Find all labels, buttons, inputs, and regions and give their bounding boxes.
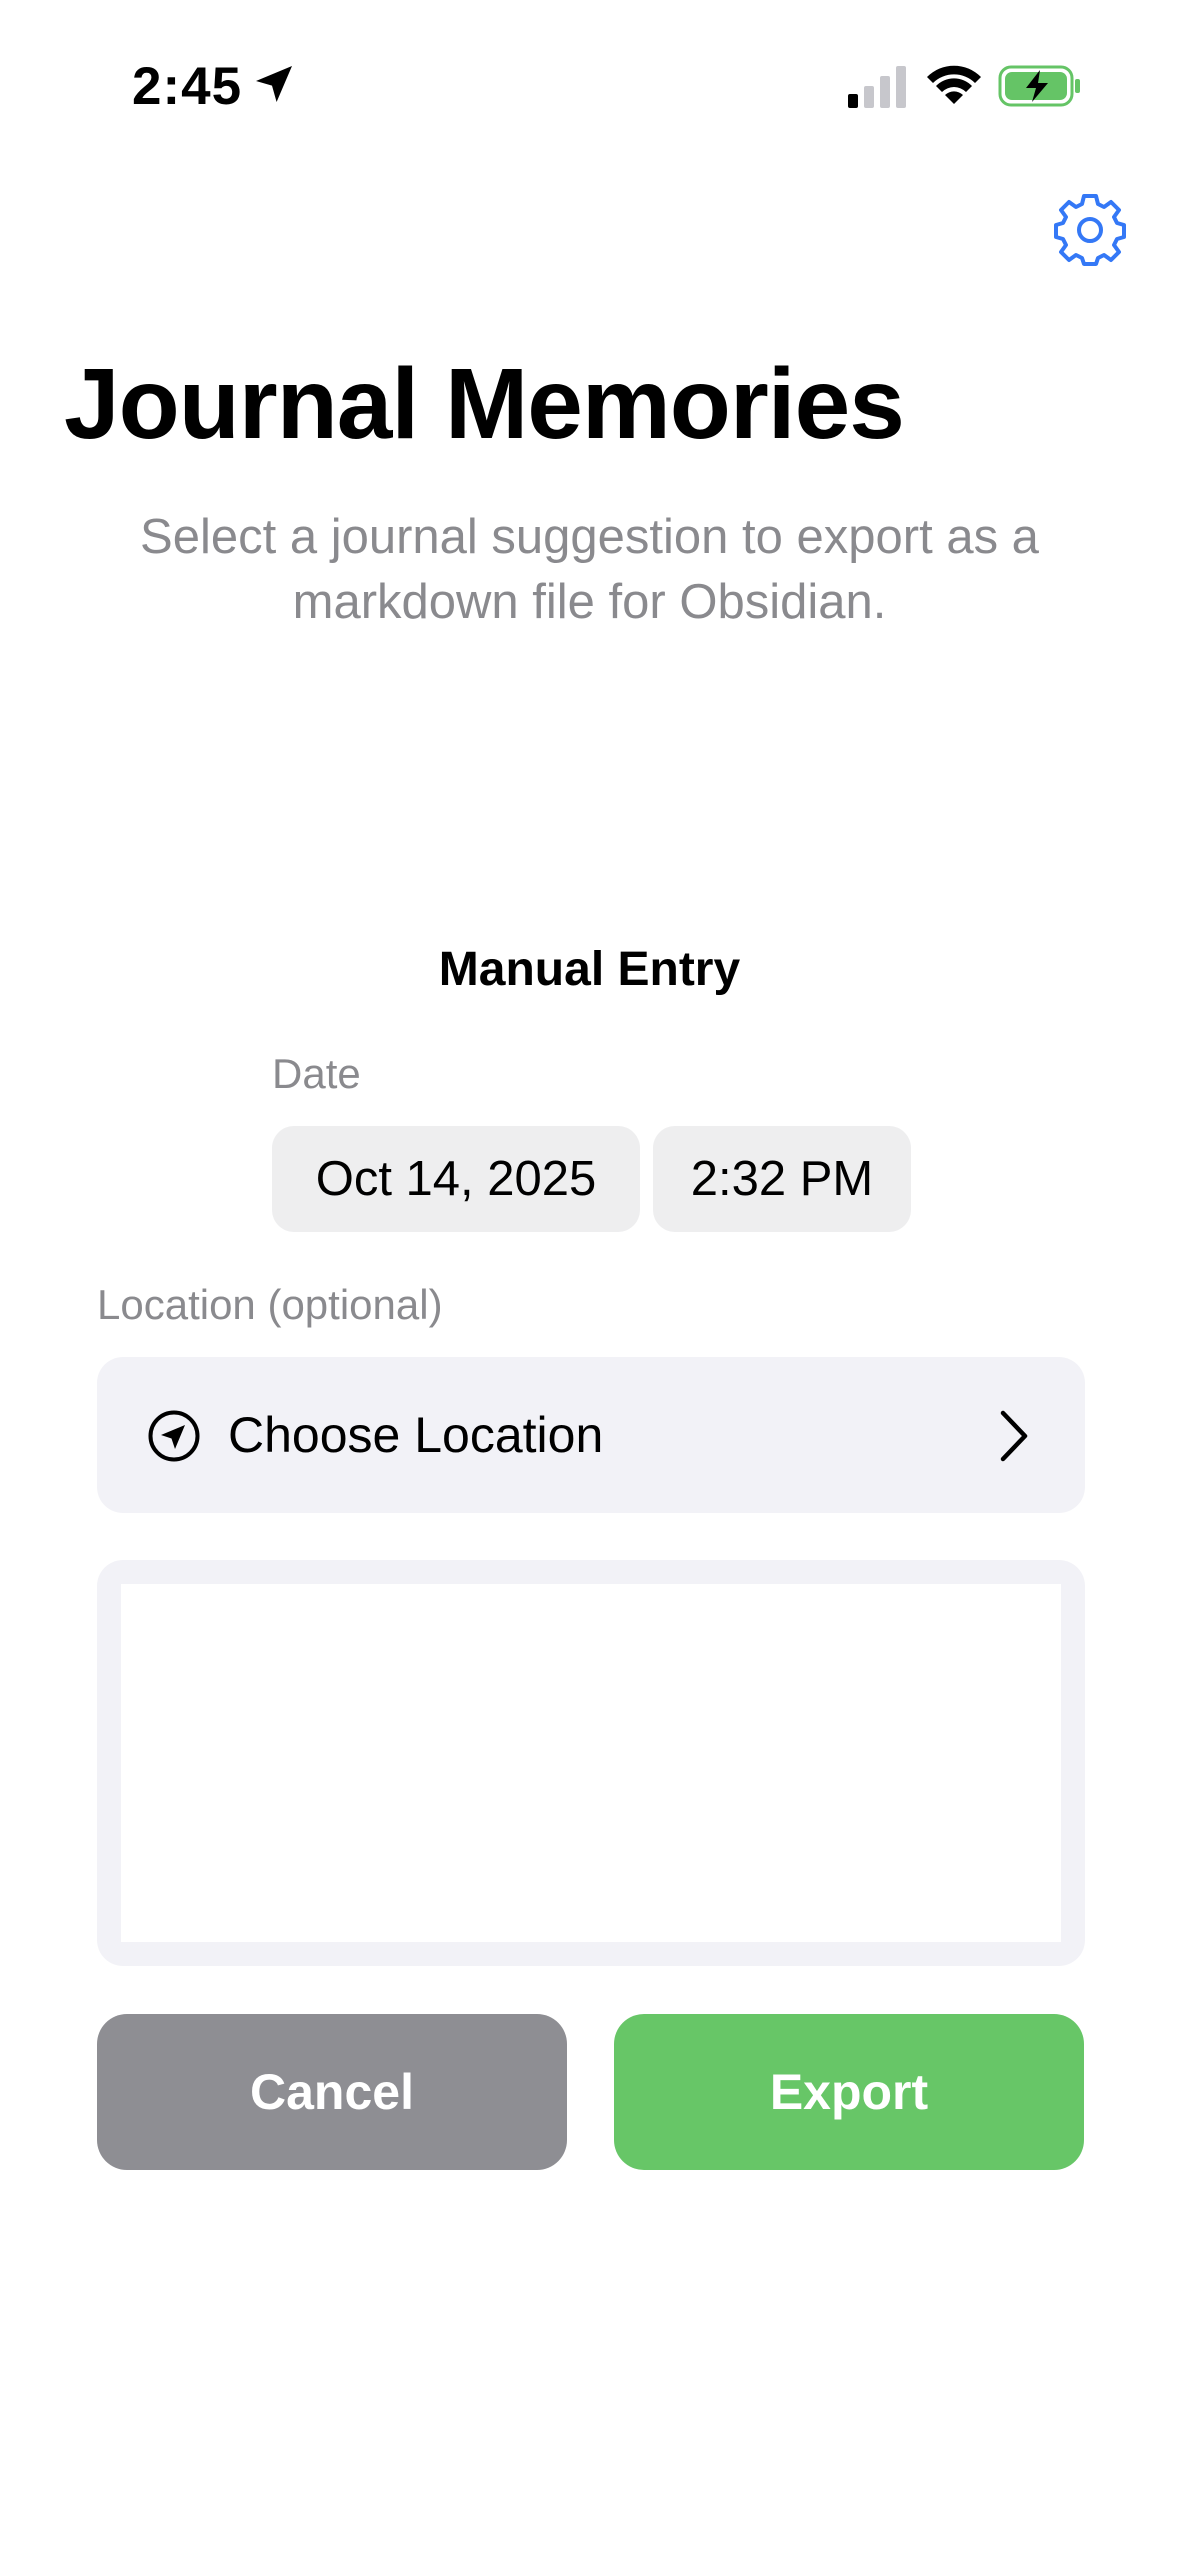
date-picker-button[interactable]: Oct 14, 2025: [272, 1126, 640, 1232]
wifi-icon: [927, 65, 981, 104]
page-title: Journal Memories: [64, 348, 905, 460]
choose-location-button[interactable]: Choose Location: [97, 1357, 1085, 1513]
status-time: 2:45: [132, 57, 243, 116]
manual-entry-heading: Manual Entry: [438, 943, 741, 996]
time-picker-button[interactable]: 2:32 PM: [653, 1126, 911, 1232]
journal-text-container: [97, 1560, 1085, 1966]
location-circle-icon: [148, 1410, 200, 1462]
choose-location-label: Choose Location: [228, 1407, 604, 1463]
page-subtitle: Select a journal suggestion to export as…: [140, 510, 1039, 629]
battery-charging-icon: [998, 65, 1080, 107]
cellular-signal-icon: [848, 66, 906, 108]
location-label: Location (optional): [97, 1281, 443, 1328]
chevron-right-icon: [1000, 1410, 1028, 1462]
journal-text-editor[interactable]: [121, 1584, 1061, 1942]
export-button[interactable]: Export: [614, 2014, 1084, 2170]
gear-icon[interactable]: [1052, 192, 1128, 268]
location-arrow-icon: [256, 66, 292, 102]
cancel-button[interactable]: Cancel: [97, 2014, 567, 2170]
date-label: Date: [272, 1050, 361, 1097]
